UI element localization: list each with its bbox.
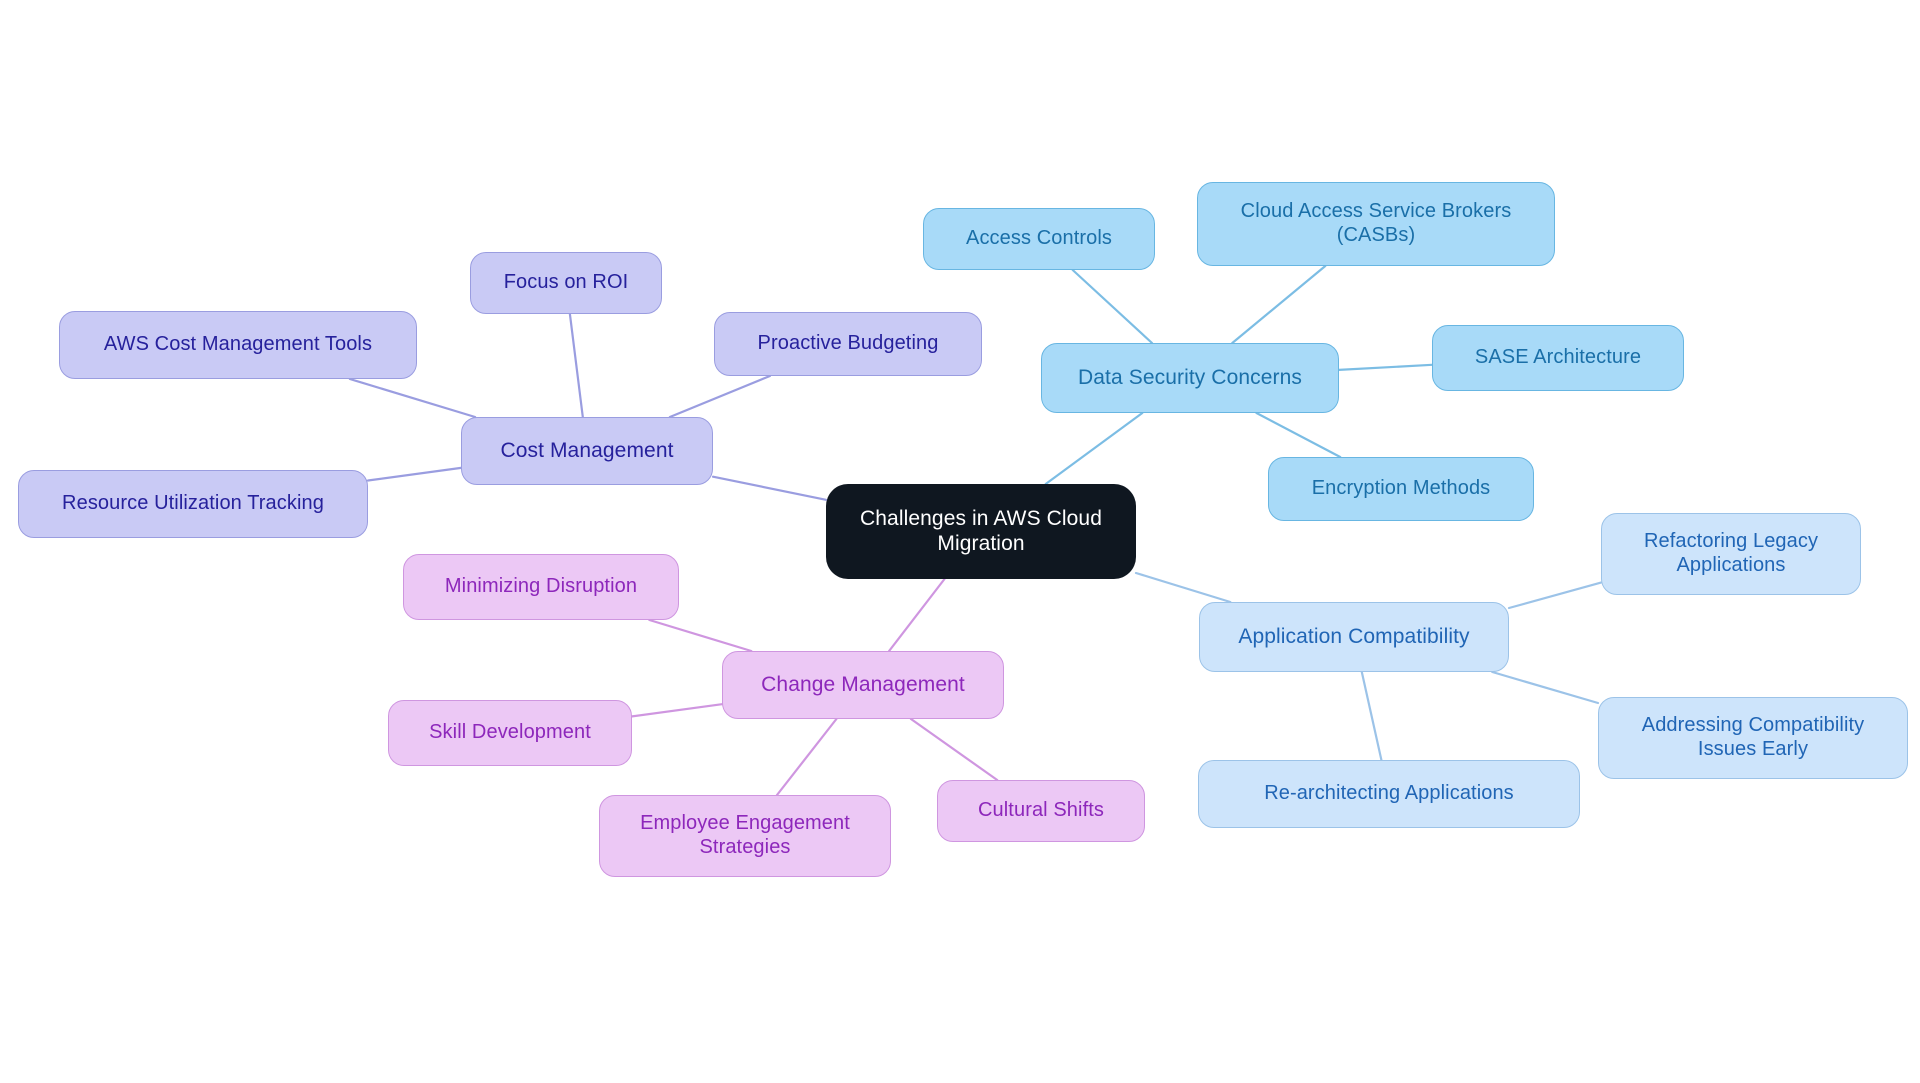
mindmap-edge-change-management-to-minimizing-disruption <box>648 618 753 653</box>
mindmap-leaf-node-focus-on-roi[interactable]: Focus on ROI <box>470 252 662 314</box>
mindmap-branch-node-change-management[interactable]: Change Management <box>722 651 1004 719</box>
node-label: Proactive Budgeting <box>757 332 939 355</box>
node-label: Addressing Compatibility Issues Early <box>1641 714 1865 760</box>
node-label: Access Controls <box>966 227 1112 250</box>
node-label: SASE Architecture <box>1474 346 1642 369</box>
mindmap-edge-application-compatibility-to-re-architecting-applications <box>1360 670 1383 762</box>
mindmap-canvas: Challenges in AWS Cloud Migration Data Se… <box>0 0 1920 1083</box>
node-label: Cloud Access Service Brokers (CASBs) <box>1240 200 1512 246</box>
mindmap-leaf-node-addressing-compatibility-issues-early[interactable]: Addressing Compatibility Issues Early <box>1598 697 1908 779</box>
mindmap-edge-data-security-concerns-to-sase-architecture <box>1337 363 1434 371</box>
mindmap-leaf-node-cloud-access-service-brokers[interactable]: Cloud Access Service Brokers (CASBs) <box>1197 182 1555 266</box>
node-label: Cultural Shifts <box>978 799 1104 822</box>
node-label: Application Compatibility <box>1238 624 1470 648</box>
mindmap-leaf-node-skill-development[interactable]: Skill Development <box>388 700 632 766</box>
mindmap-edge-change-management-to-employee-engagement-strategies <box>775 717 838 797</box>
mindmap-edge-root-to-change-management <box>888 577 946 653</box>
mindmap-leaf-node-cultural-shifts[interactable]: Cultural Shifts <box>937 780 1145 842</box>
node-label: Change Management <box>761 672 965 696</box>
node-label: Encryption Methods <box>1311 477 1491 500</box>
mindmap-edge-cost-management-to-aws-cost-management-tools <box>348 377 477 419</box>
mindmap-edge-change-management-to-skill-development <box>630 703 724 718</box>
mindmap-leaf-node-re-architecting-applications[interactable]: Re-architecting Applications <box>1198 760 1580 828</box>
mindmap-leaf-node-encryption-methods[interactable]: Encryption Methods <box>1268 457 1534 521</box>
node-label: Skill Development <box>429 721 591 744</box>
node-label: AWS Cost Management Tools <box>103 333 373 356</box>
mindmap-leaf-node-proactive-budgeting[interactable]: Proactive Budgeting <box>714 312 982 376</box>
node-label: Re-architecting Applications <box>1264 782 1514 805</box>
mindmap-edge-cost-management-to-focus-on-roi <box>568 312 584 419</box>
mindmap-edge-cost-management-to-resource-utilization-tracking <box>366 466 463 482</box>
node-label: Challenges in AWS Cloud Migration <box>860 506 1102 555</box>
node-label: Focus on ROI <box>503 271 629 294</box>
node-label: Employee Engagement Strategies <box>640 812 850 858</box>
mindmap-edge-data-security-concerns-to-encryption-methods <box>1255 411 1342 459</box>
mindmap-edge-cost-management-to-proactive-budgeting <box>668 374 771 419</box>
mindmap-leaf-node-resource-utilization-tracking[interactable]: Resource Utilization Tracking <box>18 470 368 538</box>
mindmap-leaf-node-access-controls[interactable]: Access Controls <box>923 208 1155 270</box>
mindmap-leaf-node-aws-cost-management-tools[interactable]: AWS Cost Management Tools <box>59 311 417 379</box>
mindmap-leaf-node-minimizing-disruption[interactable]: Minimizing Disruption <box>403 554 679 620</box>
node-label: Cost Management <box>500 438 674 462</box>
mindmap-edge-data-security-concerns-to-access-controls <box>1071 268 1154 345</box>
mindmap-branch-node-cost-management[interactable]: Cost Management <box>461 417 713 485</box>
node-label: Resource Utilization Tracking <box>62 492 324 515</box>
mindmap-edge-change-management-to-cultural-shifts <box>909 717 999 782</box>
mindmap-edge-application-compatibility-to-refactoring-legacy-applications <box>1507 581 1603 610</box>
mindmap-branch-node-data-security-concerns[interactable]: Data Security Concerns <box>1041 343 1339 413</box>
mindmap-edge-root-to-application-compatibility <box>1134 571 1232 604</box>
node-label: Refactoring Legacy Applications <box>1643 530 1819 576</box>
mindmap-leaf-node-sase-architecture[interactable]: SASE Architecture <box>1432 325 1684 391</box>
mindmap-branch-node-application-compatibility[interactable]: Application Compatibility <box>1199 602 1509 672</box>
node-label: Minimizing Disruption <box>444 575 638 598</box>
mindmap-edge-application-compatibility-to-addressing-compatibility-issues-early <box>1491 670 1600 705</box>
mindmap-edge-root-to-data-security-concerns <box>1044 411 1144 486</box>
mindmap-edge-data-security-concerns-to-cloud-access-service-brokers <box>1231 264 1327 345</box>
mindmap-leaf-node-employee-engagement-strategies[interactable]: Employee Engagement Strategies <box>599 795 891 877</box>
mindmap-root-node[interactable]: Challenges in AWS Cloud Migration <box>826 484 1136 579</box>
mindmap-leaf-node-refactoring-legacy-applications[interactable]: Refactoring Legacy Applications <box>1601 513 1861 595</box>
mindmap-edge-root-to-cost-management <box>711 475 828 501</box>
node-label: Data Security Concerns <box>1078 365 1302 389</box>
